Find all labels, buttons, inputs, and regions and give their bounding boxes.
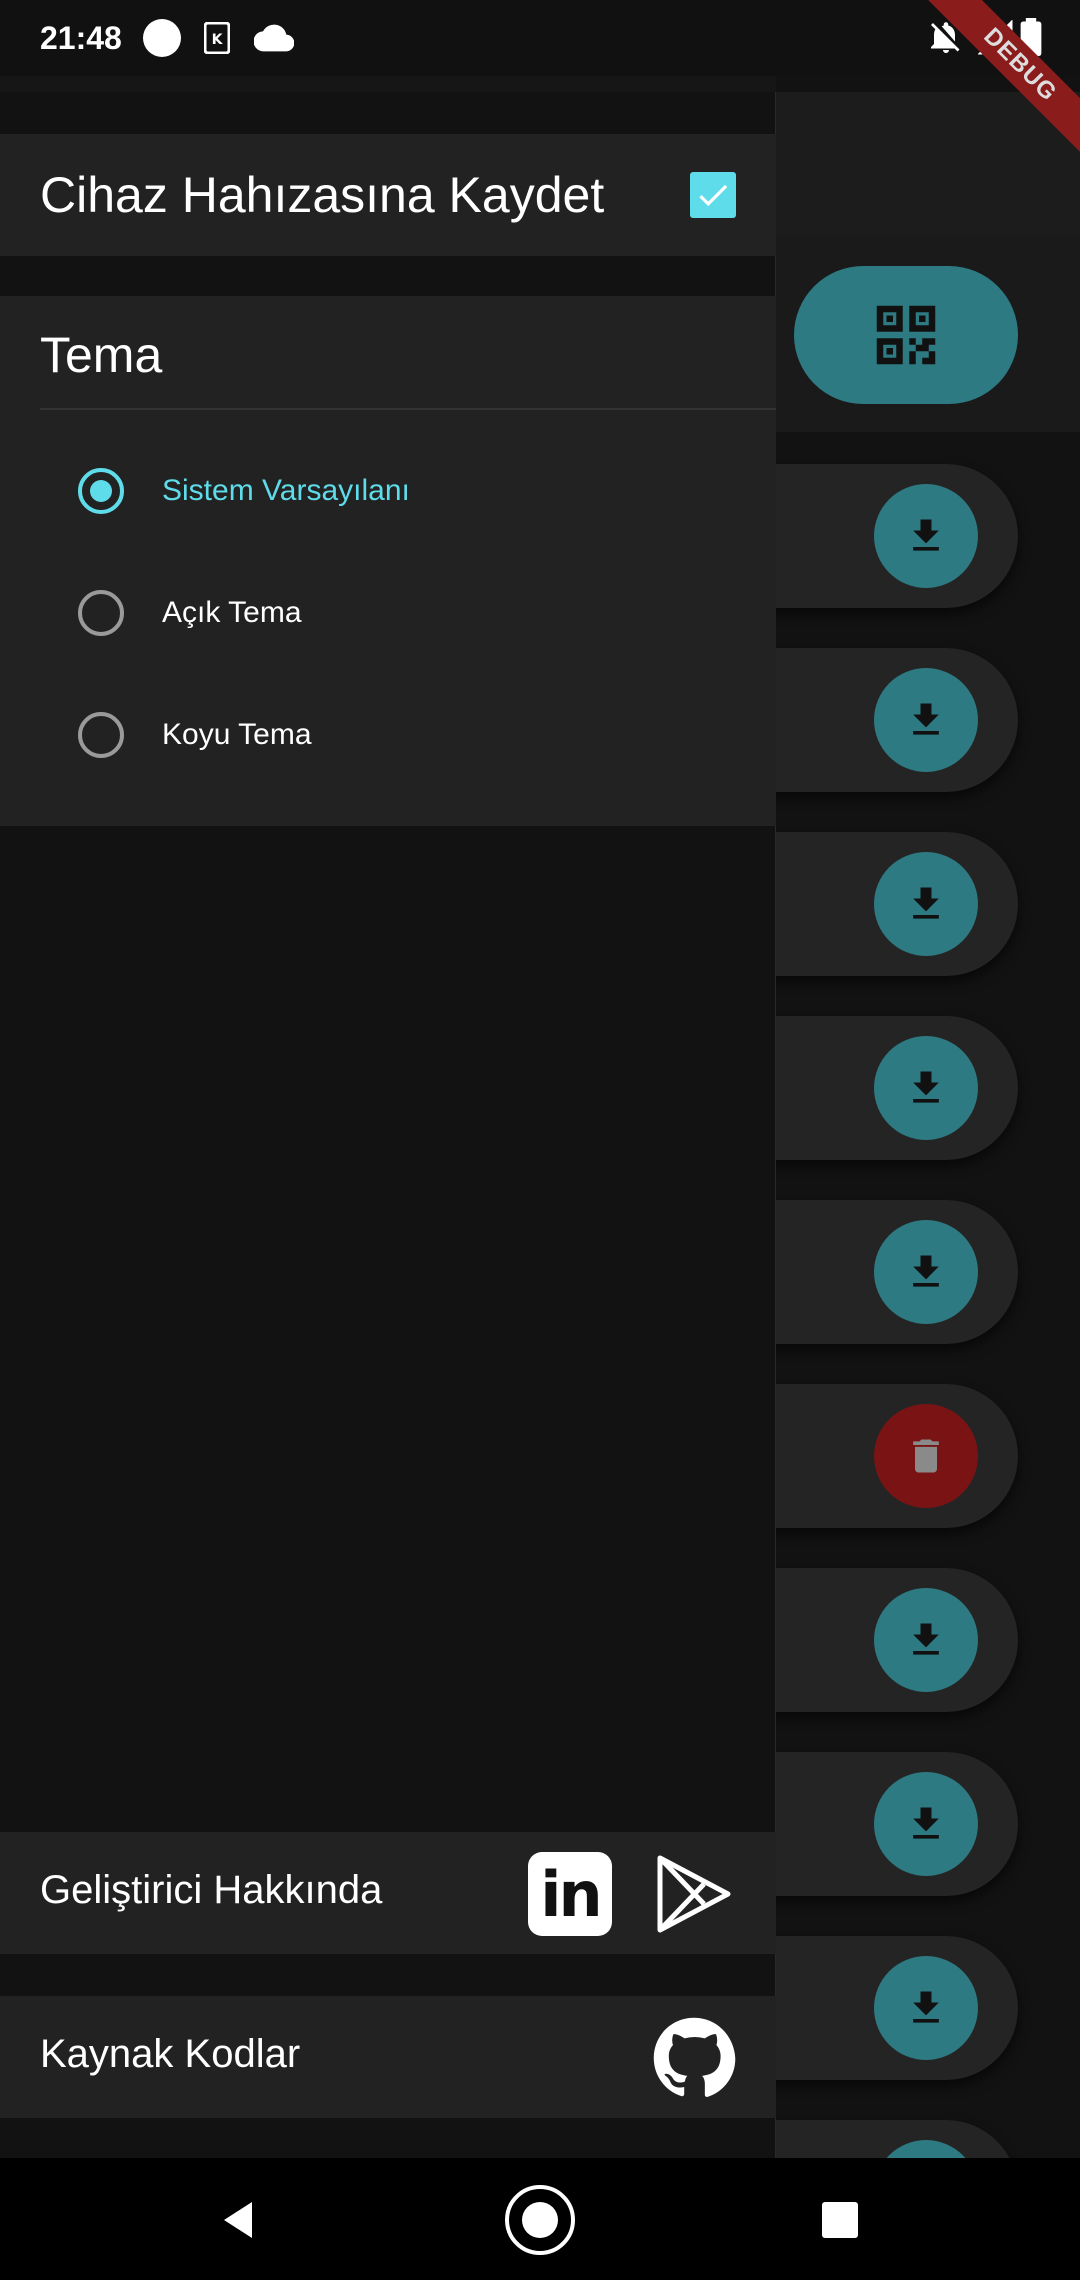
download-button[interactable] <box>874 852 978 956</box>
download-button[interactable] <box>874 1956 978 2060</box>
check-icon <box>699 184 728 207</box>
theme-title: Tema <box>40 327 163 383</box>
download-icon <box>913 1255 939 1287</box>
delete-button[interactable] <box>874 1404 978 1508</box>
theme-option-label: Açık Tema <box>162 596 302 629</box>
download-icon <box>913 887 939 919</box>
download-icon <box>913 1623 939 1655</box>
theme-option-label: Koyu Tema <box>162 718 312 751</box>
trash-icon <box>913 1439 939 1473</box>
source-code-row[interactable]: Kaynak Kodlar <box>0 1996 776 2118</box>
save-to-device-row[interactable]: Cihaz Hahızasına Kaydet <box>0 134 776 256</box>
google-play-icon[interactable] <box>652 1852 736 1936</box>
qr-code-icon <box>876 305 936 365</box>
theme-option-system[interactable]: Sistem Varsayılanı <box>0 436 776 546</box>
status-bar: 21:48 K <box>0 0 1080 76</box>
source-code-label: Kaynak Kodlar <box>40 2032 301 2076</box>
home-icon <box>505 2185 575 2255</box>
radio-button[interactable] <box>78 590 124 636</box>
cloud-icon <box>253 24 295 57</box>
home-button[interactable] <box>500 2180 580 2260</box>
save-to-device-label: Cihaz Hahızasına Kaydet <box>40 167 605 223</box>
back-icon <box>224 2202 252 2238</box>
linkedin-icon[interactable]: in <box>528 1852 612 1936</box>
divider <box>40 408 776 410</box>
recents-button[interactable] <box>800 2180 880 2260</box>
app-bar <box>776 92 1080 236</box>
about-developer-label: Geliştirici Hakkında <box>40 1868 383 1912</box>
recents-icon <box>822 2202 858 2238</box>
theme-panel: Tema Sistem Varsayılanı Açık Tema Koyu T… <box>0 296 776 826</box>
back-button[interactable] <box>198 2180 278 2260</box>
system-navigation-bar <box>0 2158 1080 2280</box>
download-button[interactable] <box>874 1588 978 1692</box>
theme-option-dark[interactable]: Koyu Tema <box>0 680 776 790</box>
download-button[interactable] <box>874 2140 978 2158</box>
circle-icon <box>142 18 182 63</box>
radio-button-selected[interactable] <box>78 468 124 514</box>
qr-scan-button[interactable] <box>794 266 1018 404</box>
drawer-header <box>0 76 776 92</box>
download-icon <box>913 1807 939 1839</box>
download-button[interactable] <box>874 1220 978 1324</box>
sim-k-icon: K <box>203 21 231 59</box>
download-icon <box>913 703 939 735</box>
theme-option-light[interactable]: Açık Tema <box>0 558 776 668</box>
about-developer-row[interactable]: Geliştirici Hakkında in <box>0 1832 776 1954</box>
save-to-device-checkbox[interactable] <box>690 172 736 218</box>
download-button[interactable] <box>874 668 978 772</box>
download-button[interactable] <box>874 1036 978 1140</box>
theme-option-label: Sistem Varsayılanı <box>162 474 410 507</box>
download-button[interactable] <box>874 1772 978 1876</box>
github-icon[interactable] <box>652 2016 736 2100</box>
download-icon <box>913 1991 939 2023</box>
status-time: 21:48 <box>40 20 122 56</box>
download-button[interactable] <box>874 484 978 588</box>
radio-button[interactable] <box>78 712 124 758</box>
navigation-drawer: Cihaz Hahızasına Kaydet Tema Sistem Vars… <box>0 0 776 2158</box>
download-icon <box>913 519 939 551</box>
download-icon <box>913 1071 939 1103</box>
svg-text:K: K <box>212 32 224 48</box>
linkedin-text: in <box>540 1857 602 1931</box>
